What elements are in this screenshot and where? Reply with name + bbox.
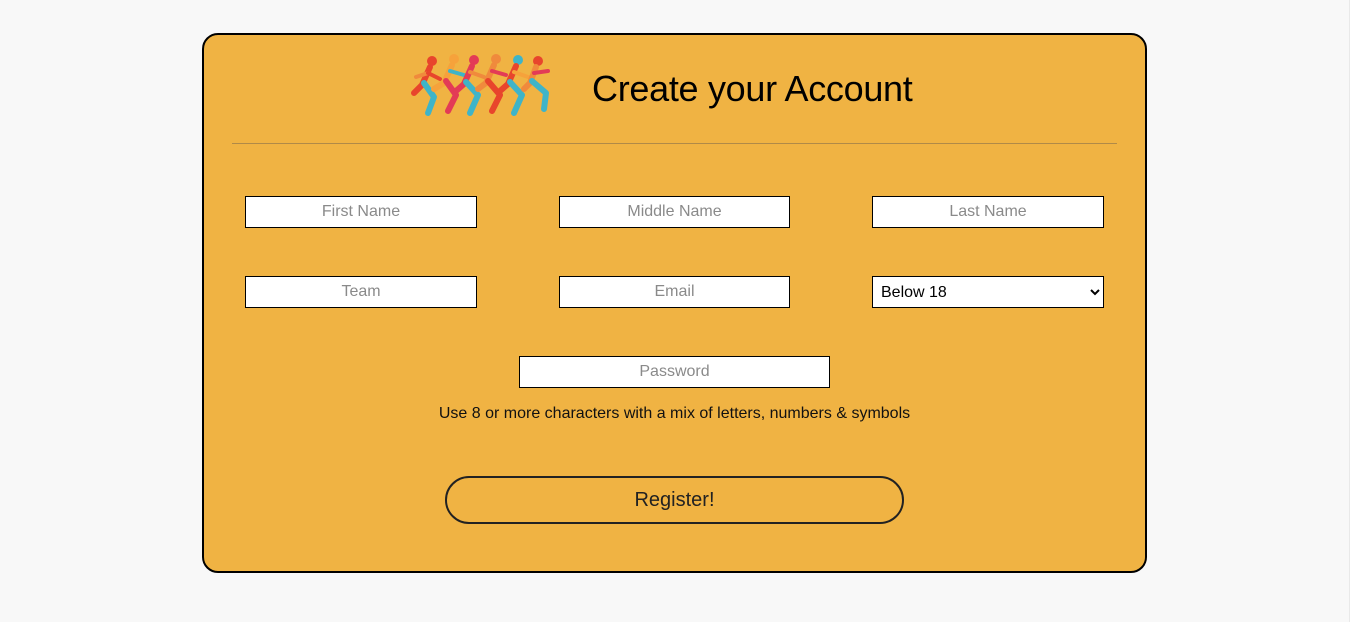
password-hint: Use 8 or more characters with a mix of l… xyxy=(438,405,911,422)
email-input[interactable] xyxy=(559,276,790,308)
team-input[interactable] xyxy=(245,276,477,308)
runners-logo-icon xyxy=(411,54,550,116)
age-group-select[interactable]: Below 18 xyxy=(872,276,1104,308)
last-name-input[interactable] xyxy=(872,196,1104,228)
registration-card: Create your Account Below 18 Use 8 or mo… xyxy=(202,33,1147,573)
page-title: Create your Account xyxy=(592,68,913,109)
first-name-input[interactable] xyxy=(245,196,477,228)
divider xyxy=(232,143,1117,144)
register-button[interactable]: Register! xyxy=(445,476,904,524)
middle-name-input[interactable] xyxy=(559,196,790,228)
password-input[interactable] xyxy=(519,356,830,388)
